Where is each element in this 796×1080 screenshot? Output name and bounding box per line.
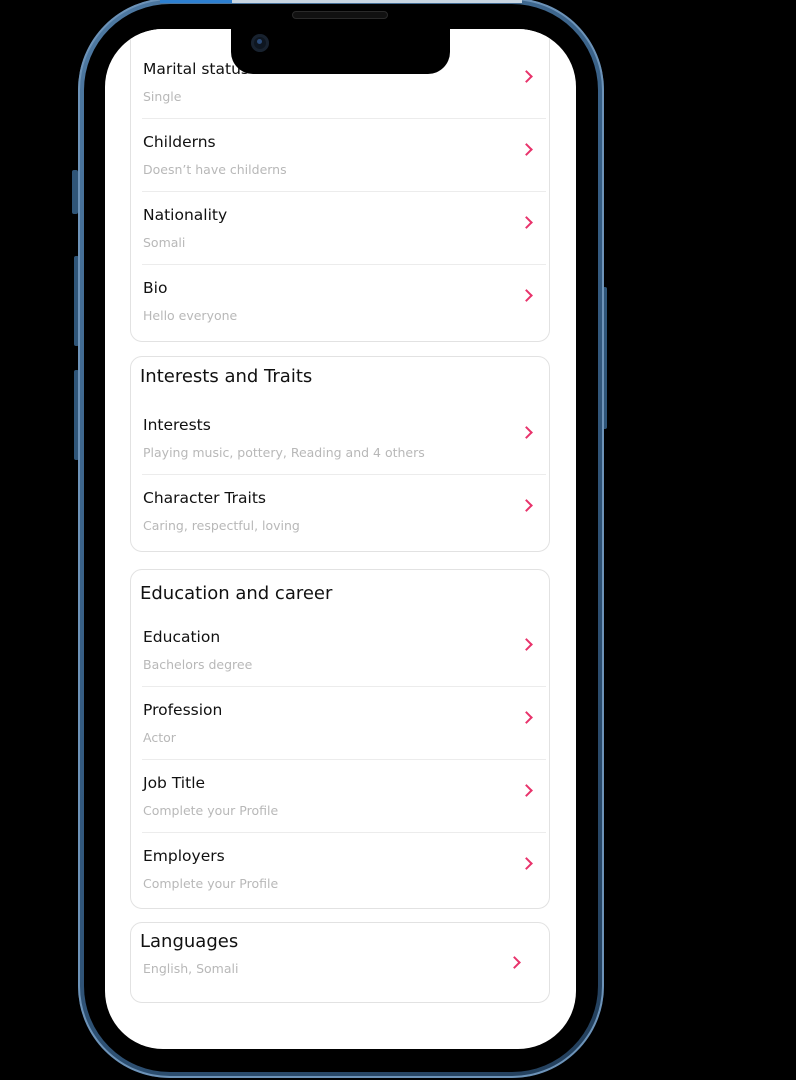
profile-row-employers[interactable]: Employers Complete your Profile (142, 833, 546, 906)
section-title: Interests and Traits (140, 366, 313, 387)
row-label: Employers (143, 847, 225, 865)
profile-row-job-title[interactable]: Job Title Complete your Profile (142, 760, 546, 833)
row-value: Complete your Profile (143, 803, 279, 818)
chevron-right-icon (508, 956, 521, 969)
row-label: Childerns (143, 133, 216, 151)
row-label: Education (143, 628, 221, 646)
phone-mockup-stage: Marital status Single Childerns Doesn’t … (0, 0, 796, 1080)
row-label: Nationality (143, 206, 228, 224)
frame-highlight (160, 0, 232, 3)
interests-traits-card: Interests and Traits Interests Playing m… (130, 356, 550, 552)
row-value: Hello everyone (143, 308, 238, 323)
earpiece-speaker (292, 11, 388, 19)
row-value: Actor (143, 730, 176, 745)
profile-row-bio[interactable]: Bio Hello everyone (142, 265, 546, 338)
chevron-right-icon (520, 857, 533, 870)
chevron-right-icon (520, 638, 533, 651)
education-career-card: Education and career Education Bachelors… (130, 569, 550, 909)
chevron-right-icon (520, 499, 533, 512)
languages-value: English, Somali (143, 961, 239, 976)
chevron-right-icon (520, 216, 533, 229)
section-title: Education and career (140, 583, 333, 604)
basic-info-card: Marital status Single Childerns Doesn’t … (130, 29, 550, 342)
profile-row-childerns[interactable]: Childerns Doesn’t have childerns (142, 119, 546, 192)
profile-row-character-traits[interactable]: Character Traits Caring, respectful, lov… (142, 475, 546, 548)
profile-row-nationality[interactable]: Nationality Somali (142, 192, 546, 265)
row-label: Interests (143, 416, 211, 434)
chevron-right-icon (520, 711, 533, 724)
row-label: Character Traits (143, 489, 266, 507)
profile-details-screen: Marital status Single Childerns Doesn’t … (105, 29, 576, 1049)
row-value: Single (143, 89, 182, 104)
row-label: Bio (143, 279, 168, 297)
row-label: Job Title (143, 774, 206, 792)
frame-highlight (232, 0, 522, 3)
section-title: Languages (140, 931, 239, 952)
row-value: Bachelors degree (143, 657, 253, 672)
row-value: Complete your Profile (143, 876, 279, 891)
row-value: Caring, respectful, loving (143, 518, 300, 533)
front-camera-icon (251, 34, 269, 52)
row-value: Doesn’t have childerns (143, 162, 287, 177)
chevron-right-icon (520, 70, 533, 83)
languages-card[interactable]: Languages English, Somali (130, 922, 550, 1003)
chevron-right-icon (520, 784, 533, 797)
row-value: Somali (143, 235, 186, 250)
profile-row-interests[interactable]: Interests Playing music, pottery, Readin… (142, 402, 546, 475)
chevron-right-icon (520, 289, 533, 302)
profile-row-profession[interactable]: Profession Actor (142, 687, 546, 760)
profile-row-education[interactable]: Education Bachelors degree (142, 614, 546, 687)
chevron-right-icon (520, 143, 533, 156)
row-label: Profession (143, 701, 223, 719)
row-value: Playing music, pottery, Reading and 4 ot… (143, 445, 425, 460)
chevron-right-icon (520, 426, 533, 439)
